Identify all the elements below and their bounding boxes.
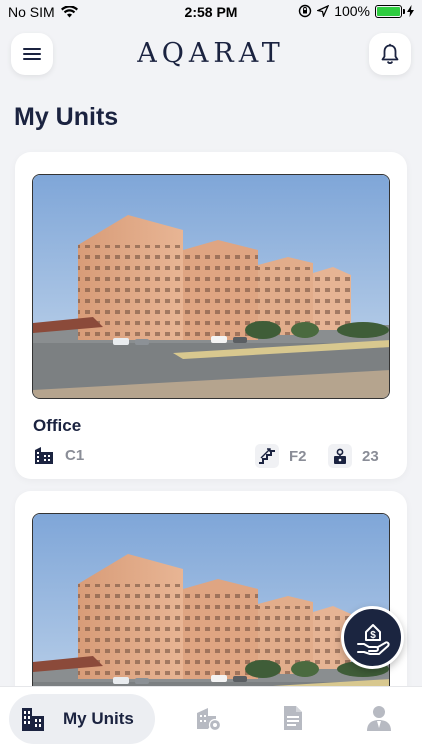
page-title: My Units xyxy=(14,103,119,131)
user-icon xyxy=(367,706,391,731)
building-icon xyxy=(35,447,53,464)
building-icon xyxy=(22,708,44,731)
floor-code: F2 xyxy=(289,447,307,465)
location-arrow-icon xyxy=(317,5,330,17)
tab-profile[interactable] xyxy=(364,703,394,733)
unit-photo xyxy=(32,174,390,399)
hand-dollar-payment-icon: $ xyxy=(356,623,390,655)
status-bar: No SIM 2:58 PM 100% xyxy=(0,0,422,24)
payment-fab-button[interactable]: $ xyxy=(341,606,404,669)
charging-bolt-icon xyxy=(407,5,414,17)
stairs-icon xyxy=(255,444,279,468)
battery-percent: 100% xyxy=(334,3,370,19)
rotation-lock-icon xyxy=(298,4,312,18)
unit-number: 23 xyxy=(362,447,379,465)
building-settings-icon xyxy=(197,708,222,732)
building-code: C1 xyxy=(65,446,85,464)
document-icon xyxy=(284,706,302,730)
battery-icon xyxy=(375,4,405,18)
unit-type: Office xyxy=(33,416,82,435)
battery-fill xyxy=(377,6,400,16)
bell-icon xyxy=(381,43,399,64)
app-logo: AQARAT xyxy=(137,38,285,69)
door-key-icon xyxy=(328,444,352,468)
floor-info: F2 xyxy=(255,444,307,468)
building-info: C1 xyxy=(33,444,84,466)
status-right: 100% xyxy=(298,3,414,19)
notifications-button[interactable] xyxy=(369,33,411,75)
tab-documents[interactable] xyxy=(278,703,308,733)
svg-text:$: $ xyxy=(370,630,376,641)
unit-card[interactable]: Office C1 F2 23 xyxy=(15,152,407,479)
tab-my-units-label: My Units xyxy=(63,709,134,728)
bottom-tab-bar: My Units xyxy=(0,686,422,750)
unit-number-info: 23 xyxy=(328,444,379,468)
tab-my-units[interactable]: My Units xyxy=(9,694,155,744)
app-header: AQARAT xyxy=(0,28,422,84)
tab-building-settings[interactable] xyxy=(193,703,223,733)
